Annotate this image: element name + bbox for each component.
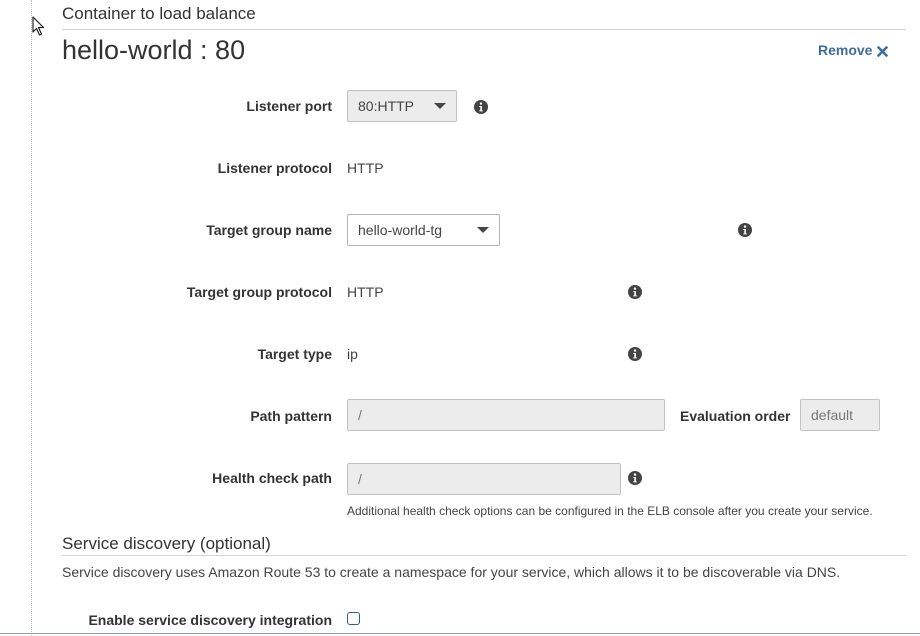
info-icon[interactable] [738, 223, 752, 237]
listener-protocol-value: HTTP [347, 160, 384, 176]
section-title-service-discovery: Service discovery (optional) [62, 534, 271, 553]
mouse-pointer-icon [32, 16, 45, 36]
evaluation-order-label: Evaluation order [680, 408, 791, 424]
health-check-path-value: / [358, 471, 362, 487]
left-guide-line [31, 0, 32, 636]
evaluation-order-value: default [811, 407, 854, 423]
path-pattern-value: / [358, 407, 362, 423]
listener-port-label: Listener port [246, 98, 332, 114]
bottom-border [0, 633, 920, 634]
remove-button[interactable]: Remove [818, 42, 889, 60]
ecs-load-balancing-config: Container to load balance hello-world : … [0, 0, 920, 636]
service-discovery-description: Service discovery uses Amazon Route 53 t… [62, 564, 841, 580]
target-group-name-select[interactable]: hello-world-tg [347, 214, 500, 246]
caret-down-icon [477, 227, 489, 233]
enable-service-discovery-label: Enable service discovery integration [88, 612, 332, 628]
info-icon[interactable] [628, 347, 642, 361]
section-divider [62, 29, 906, 30]
info-icon[interactable] [628, 471, 642, 485]
info-icon[interactable] [628, 285, 642, 299]
target-type-value: ip [347, 346, 358, 362]
container-name-heading: hello-world : 80 [62, 35, 246, 65]
health-check-help-text: Additional health check options can be c… [347, 504, 873, 518]
caret-down-icon [434, 103, 446, 109]
target-group-name-label: Target group name [206, 222, 332, 238]
close-icon [877, 44, 889, 60]
target-group-protocol-value: HTTP [347, 284, 384, 300]
target-group-name-value: hello-world-tg [358, 222, 443, 238]
health-check-path-input[interactable]: / [347, 463, 621, 495]
section-divider [62, 555, 906, 556]
listener-port-value: 80:HTTP [358, 98, 415, 114]
evaluation-order-input[interactable]: default [800, 399, 880, 431]
remove-label: Remove [818, 42, 873, 58]
path-pattern-input[interactable]: / [347, 399, 665, 431]
target-type-label: Target type [257, 346, 332, 362]
section-title-container-to-load-balance: Container to load balance [62, 4, 256, 23]
enable-service-discovery-checkbox[interactable] [347, 612, 360, 625]
path-pattern-label: Path pattern [250, 408, 332, 424]
info-icon[interactable] [474, 100, 488, 114]
health-check-path-label: Health check path [212, 470, 332, 486]
target-group-protocol-label: Target group protocol [186, 284, 332, 300]
listener-port-select[interactable]: 80:HTTP [347, 90, 457, 122]
listener-protocol-label: Listener protocol [217, 160, 332, 176]
